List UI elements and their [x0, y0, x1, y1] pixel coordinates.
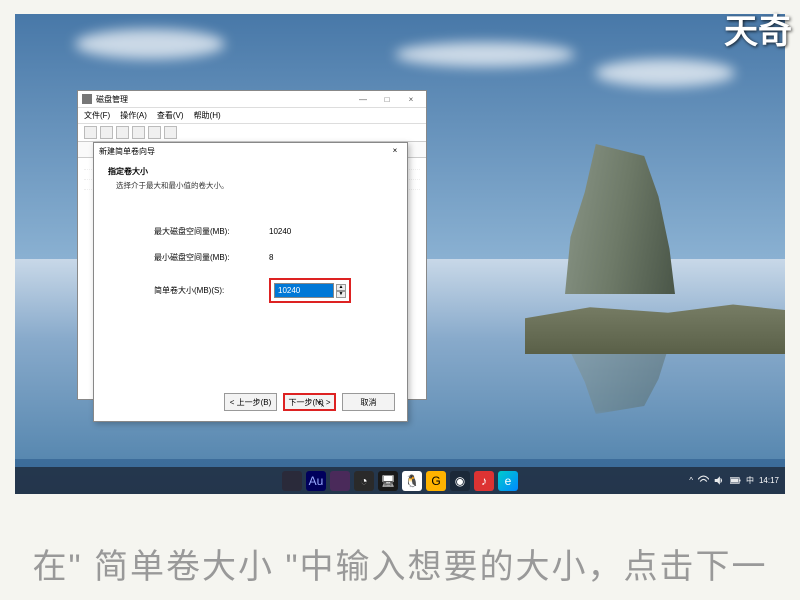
edge-icon[interactable]: e	[498, 471, 518, 491]
desktop-screen: 磁盘管理 — □ × 文件(F) 操作(A) 查看(V) 帮助(H) 卷 布局 …	[15, 14, 785, 494]
menu-file[interactable]: 文件(F)	[84, 110, 110, 121]
taskbar-app-icon[interactable]: G	[426, 471, 446, 491]
taskbar-center-icons: Au ◔ 🖥 🐧 G ◉ ♪ e	[282, 471, 518, 491]
toolbar-button[interactable]	[100, 126, 113, 139]
dialog-title: 新建简单卷向导	[99, 146, 388, 157]
menu-help[interactable]: 帮助(H)	[194, 110, 221, 121]
maximize-button[interactable]: □	[376, 93, 398, 105]
toolbar-button[interactable]	[148, 126, 161, 139]
clock[interactable]: 14:17	[759, 476, 779, 485]
dialog-titlebar[interactable]: 新建简单卷向导 ×	[94, 143, 407, 160]
toolbar-button[interactable]	[116, 126, 129, 139]
wizard-header: 指定卷大小 选择介于最大和最小值的卷大小。	[94, 160, 407, 201]
taskbar-app-icon[interactable]: Au	[306, 471, 326, 491]
taskbar-app-icon[interactable]: ◔	[354, 471, 374, 491]
wizard-subheading: 选择介于最大和最小值的卷大小。	[108, 180, 393, 191]
volume-size-label: 简单卷大小(MB)(S):	[154, 285, 269, 296]
taskbar-app-icon[interactable]: 🖥	[378, 471, 398, 491]
toolbar	[78, 124, 426, 142]
wifi-icon[interactable]	[698, 475, 709, 486]
max-space-label: 最大磁盘空间量(MB):	[154, 226, 269, 237]
field-min-space: 最小磁盘空间量(MB): 8	[154, 252, 407, 263]
wizard-heading: 指定卷大小	[108, 166, 393, 177]
min-space-label: 最小磁盘空间量(MB):	[154, 252, 269, 263]
minimize-button[interactable]: —	[352, 93, 374, 105]
wizard-footer: < 上一步(B) 下一步(N) > ↖ 取消	[224, 393, 395, 411]
menu-action[interactable]: 操作(A)	[120, 110, 147, 121]
toolbar-button[interactable]	[164, 126, 177, 139]
max-space-value: 10240	[269, 227, 291, 236]
wallpaper-cloud	[75, 29, 225, 59]
volume-size-input[interactable]	[274, 283, 334, 298]
watermark: 天奇	[716, 0, 800, 57]
wizard-body: 最大磁盘空间量(MB): 10240 最小磁盘空间量(MB): 8 简单卷大小(…	[94, 201, 407, 303]
field-volume-size: 简单卷大小(MB)(S): ▲ ▼	[154, 278, 407, 303]
caption-text: 在" 简单卷大小 "中输入想要的大小，点击下一	[0, 539, 800, 588]
window-titlebar[interactable]: 磁盘管理 — □ ×	[78, 91, 426, 108]
spinner: ▲ ▼	[336, 284, 346, 298]
volume-size-highlight: ▲ ▼	[269, 278, 351, 303]
field-max-space: 最大磁盘空间量(MB): 10240	[154, 226, 407, 237]
ime-indicator[interactable]: 中	[746, 475, 754, 486]
system-tray[interactable]: ^ 中 14:17	[689, 475, 779, 486]
steam-icon[interactable]: ◉	[450, 471, 470, 491]
wallpaper-cloud	[395, 42, 575, 67]
next-button-label: 下一步(N) >	[289, 397, 331, 408]
tray-chevron-icon[interactable]: ^	[689, 476, 693, 485]
menu-view[interactable]: 查看(V)	[157, 110, 184, 121]
taskbar-app-icon[interactable]	[282, 471, 302, 491]
new-simple-volume-wizard: 新建简单卷向导 × 指定卷大小 选择介于最大和最小值的卷大小。 最大磁盘空间量(…	[93, 142, 408, 422]
min-space-value: 8	[269, 253, 273, 262]
app-icon	[82, 94, 92, 104]
taskbar-app-icon[interactable]	[330, 471, 350, 491]
close-button[interactable]: ×	[400, 93, 422, 105]
battery-icon[interactable]	[730, 475, 741, 486]
volume-icon[interactable]	[714, 475, 725, 486]
netease-music-icon[interactable]: ♪	[474, 471, 494, 491]
window-title: 磁盘管理	[96, 94, 352, 105]
menu-bar: 文件(F) 操作(A) 查看(V) 帮助(H)	[78, 108, 426, 124]
taskbar[interactable]: Au ◔ 🖥 🐧 G ◉ ♪ e ^ 中 14:17	[15, 467, 785, 494]
next-button[interactable]: 下一步(N) > ↖	[283, 393, 336, 411]
wallpaper-cloud	[595, 59, 735, 87]
spinner-down-button[interactable]: ▼	[336, 291, 346, 298]
back-button[interactable]: < 上一步(B)	[224, 393, 277, 411]
spinner-up-button[interactable]: ▲	[336, 284, 346, 291]
taskbar-app-icon[interactable]: 🐧	[402, 471, 422, 491]
cancel-button[interactable]: 取消	[342, 393, 395, 411]
toolbar-button[interactable]	[132, 126, 145, 139]
close-button[interactable]: ×	[388, 146, 402, 157]
toolbar-button[interactable]	[84, 126, 97, 139]
